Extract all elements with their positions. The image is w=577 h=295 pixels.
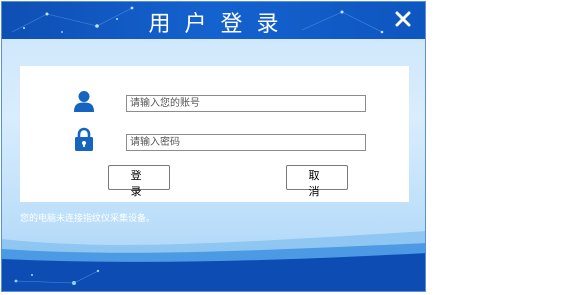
login-dialog: 用户登录 登 录 取 消 您的电脑未连接指纹仪采集设备。 [1, 1, 426, 292]
user-icon [74, 91, 94, 112]
close-icon[interactable] [393, 9, 413, 29]
dialog-title: 用户登录 [148, 12, 293, 37]
password-input[interactable] [126, 134, 366, 151]
login-panel: 登 录 取 消 [20, 66, 409, 202]
username-input[interactable] [126, 95, 366, 112]
title-bar[interactable]: 用户登录 [2, 2, 425, 39]
footer-wave-decoration [2, 231, 425, 291]
login-button[interactable]: 登 录 [108, 165, 170, 198]
cancel-button[interactable]: 取 消 [286, 165, 348, 198]
lock-icon [75, 127, 93, 151]
